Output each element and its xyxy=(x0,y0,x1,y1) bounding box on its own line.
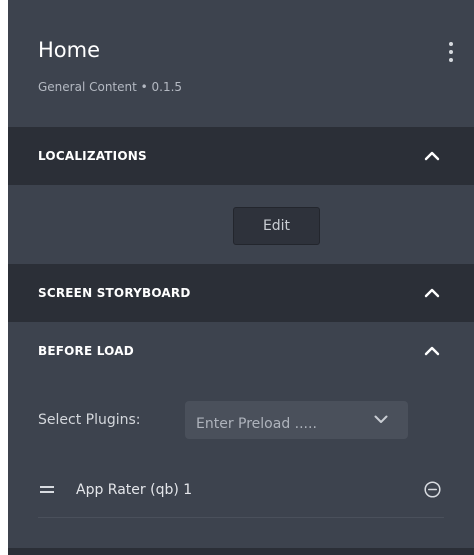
kebab-menu-icon[interactable] xyxy=(444,42,458,64)
section-title: SCREEN STORYBOARD xyxy=(38,286,191,300)
plugin-name: App Rater (qb) 1 xyxy=(76,482,193,498)
drag-handle-icon[interactable] xyxy=(40,486,54,494)
panel-header: Home General Content • 0.1.5 xyxy=(8,0,474,127)
next-section-header xyxy=(8,548,474,555)
kebab-dot xyxy=(449,42,453,46)
preload-plugin-select[interactable]: Enter Preload ..... xyxy=(185,401,408,439)
chevron-down-icon[interactable] xyxy=(374,415,388,424)
drag-handle-bar xyxy=(40,486,54,488)
chevron-up-icon[interactable] xyxy=(424,346,440,356)
select-plugins-label: Select Plugins: xyxy=(38,412,141,428)
page-title: Home xyxy=(38,38,101,62)
section-header-before-load[interactable]: BEFORE LOAD xyxy=(8,322,474,380)
edit-localizations-button[interactable]: Edit xyxy=(233,207,320,245)
minus-circle-icon[interactable] xyxy=(424,481,441,498)
select-placeholder: Enter Preload ..... xyxy=(196,416,317,432)
plugin-list-item: App Rater (qb) 1 xyxy=(38,470,444,518)
kebab-dot xyxy=(449,50,453,54)
drag-handle-bar xyxy=(40,491,54,493)
chevron-up-icon[interactable] xyxy=(424,151,440,161)
section-title: BEFORE LOAD xyxy=(38,344,134,358)
kebab-dot xyxy=(449,58,453,62)
plugin-settings-panel: Home General Content • 0.1.5 LOCALIZATIO… xyxy=(8,0,474,555)
page-subtitle: General Content • 0.1.5 xyxy=(38,80,183,94)
chevron-up-icon[interactable] xyxy=(424,288,440,298)
section-header-screen-storyboard[interactable]: SCREEN STORYBOARD xyxy=(8,264,474,322)
section-header-localizations[interactable]: LOCALIZATIONS xyxy=(8,127,474,185)
section-title: LOCALIZATIONS xyxy=(38,149,147,163)
